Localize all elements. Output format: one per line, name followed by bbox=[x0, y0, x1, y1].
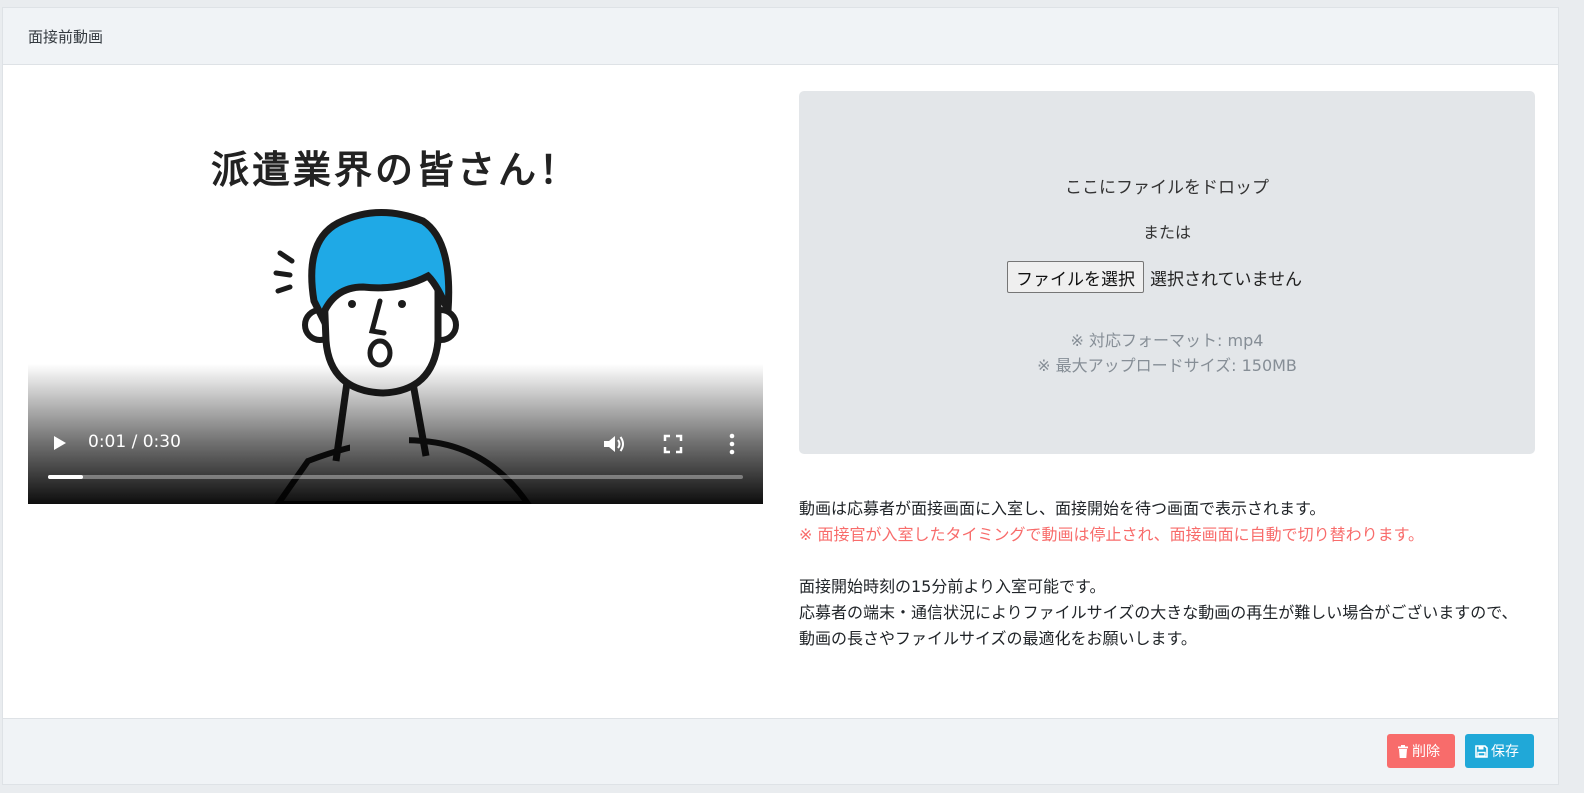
play-icon[interactable] bbox=[50, 434, 68, 452]
delete-label: 削除 bbox=[1412, 744, 1440, 760]
description: 動画は応募者が面接画面に入室し、面接開始を待つ画面で表示されます。 ※ 面接官が… bbox=[799, 496, 1539, 652]
description-line: 面接開始時刻の15分前より入室可能です。 bbox=[799, 577, 1106, 596]
more-options-icon[interactable] bbox=[726, 433, 738, 455]
choose-file-button[interactable]: ファイルを選択 bbox=[1007, 261, 1144, 293]
description-line: 動画は応募者が面接画面に入室し、面接開始を待つ画面で表示されます。 bbox=[799, 499, 1326, 518]
volume-icon[interactable] bbox=[602, 433, 626, 455]
format-note: ※ 対応フォーマット: mp4 bbox=[1070, 331, 1264, 350]
description-line: 応募者の端末・通信状況によりファイルサイズの大きな動画の再生が難しい場合がござい… bbox=[799, 603, 1518, 622]
delete-button[interactable]: 削除 bbox=[1387, 734, 1455, 768]
card-header: 面接前動画 bbox=[3, 8, 1558, 65]
video-settings-card: 面接前動画 派遣業界の皆さん！ 0:01 / 0:30 ここにファイルをドロップ… bbox=[2, 7, 1559, 785]
video-progress-bar[interactable] bbox=[48, 475, 743, 479]
floppy-disk-icon bbox=[1475, 744, 1488, 758]
video-time: 0:01 / 0:30 bbox=[88, 432, 181, 452]
fullscreen-icon[interactable] bbox=[663, 434, 683, 454]
file-input: ファイルを選択 選択されていません bbox=[1007, 261, 1302, 293]
save-button[interactable]: 保存 bbox=[1465, 734, 1534, 768]
drop-text: ここにファイルをドロップ bbox=[1065, 178, 1269, 198]
file-dropzone[interactable]: ここにファイルをドロップ または ファイルを選択 選択されていません ※ 対応フ… bbox=[799, 91, 1535, 454]
trash-icon bbox=[1398, 744, 1408, 758]
no-file-text: 選択されていません bbox=[1150, 269, 1302, 290]
warning-line: ※ 面接官が入室したタイミングで動画は停止され、面接画面に自動で切り替わります。 bbox=[799, 525, 1425, 544]
card-footer: 削除 保存 bbox=[3, 718, 1558, 784]
or-text: または bbox=[1142, 223, 1191, 242]
video-progress-fill bbox=[48, 475, 83, 479]
description-line: 動画の長さやファイルサイズの最適化をお願いします。 bbox=[799, 629, 1197, 648]
save-label: 保存 bbox=[1491, 744, 1519, 760]
card-title: 面接前動画 bbox=[28, 28, 104, 46]
video-player[interactable]: 派遣業界の皆さん！ 0:01 / 0:30 bbox=[28, 91, 763, 504]
size-note: ※ 最大アップロードサイズ: 150MB bbox=[1037, 356, 1297, 375]
